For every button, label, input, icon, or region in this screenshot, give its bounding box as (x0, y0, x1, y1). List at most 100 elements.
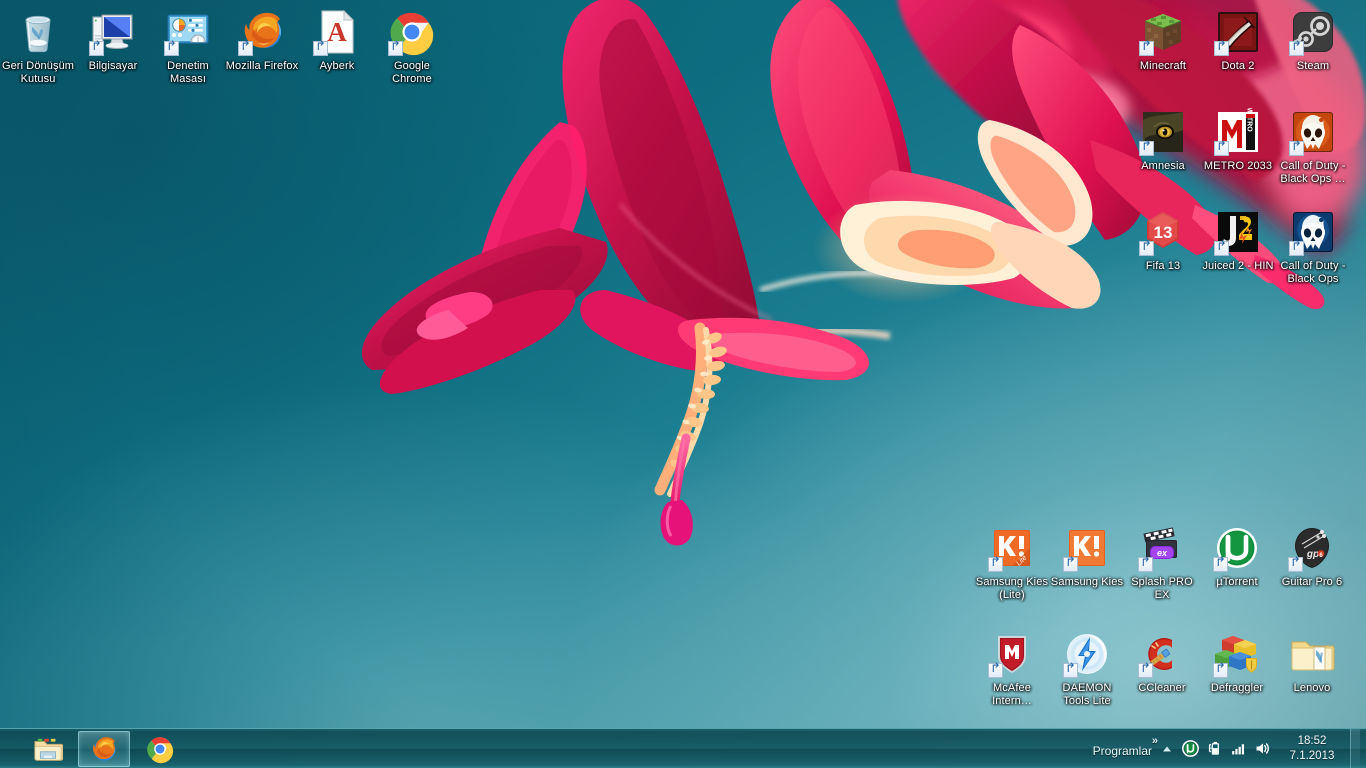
desktop-icon-daemon-tools[interactable]: DAEMON Tools Lite (1049, 630, 1125, 707)
shortcut-arrow-overlay-icon (1289, 41, 1304, 56)
clock[interactable]: 18:52 7.1.2013 (1274, 734, 1348, 764)
desktop-icon-juiced2[interactable]: Juiced 2 - HIN (1200, 208, 1276, 273)
shortcut-arrow-overlay-icon (1289, 241, 1304, 256)
fifa13-icon: 13 (1139, 208, 1187, 256)
taskbar-button-mozilla-firefox[interactable] (78, 730, 130, 767)
taskbar-button-windows-explorer[interactable] (22, 731, 74, 767)
desktop-icon-label: DAEMON Tools Lite (1062, 682, 1112, 707)
desktop-icon-label: McAfee Intern… (992, 682, 1032, 707)
desktop-icon-label: Steam (1296, 60, 1330, 72)
shortcut-arrow-overlay-icon (89, 41, 104, 56)
chevron-double-right-icon[interactable]: » (1152, 735, 1158, 747)
desktop-icon-document-a[interactable]: A Ayberk (299, 8, 375, 73)
shortcut-arrow-overlay-icon (1138, 557, 1153, 572)
taskbar-toolbar-programlar[interactable]: Programlar » (1083, 729, 1158, 768)
dota2-icon (1214, 8, 1262, 56)
show-hidden-icons-button[interactable] (1156, 729, 1178, 768)
desktop-icon-folder[interactable]: Lenovo (1274, 630, 1350, 695)
ccleaner-icon (1138, 630, 1186, 678)
desktop-icon-label: Bilgisayar (88, 60, 138, 72)
desktop-icon-computer[interactable]: Bilgisayar (75, 8, 151, 73)
desktop-icon-utorrent[interactable]: µTorrent (1199, 524, 1275, 589)
desktop-icon-label: Samsung Kies (Lite) (975, 576, 1049, 601)
shortcut-arrow-overlay-icon (1063, 557, 1078, 572)
notification-area: Programlar » 18:52 7.1.2013 (1083, 728, 1366, 768)
desktop-icon-dota2[interactable]: Dota 2 (1200, 8, 1276, 73)
shortcut-arrow-overlay-icon (1213, 557, 1228, 572)
shortcut-arrow-overlay-icon (1139, 41, 1154, 56)
shortcut-arrow-overlay-icon (1213, 663, 1228, 678)
desktop-icon-label: Amnesia (1141, 160, 1185, 172)
computer-icon (89, 8, 137, 56)
shortcut-arrow-overlay-icon (388, 41, 403, 56)
shortcut-arrow-overlay-icon (1214, 41, 1229, 56)
shortcut-arrow-overlay-icon (1139, 241, 1154, 256)
guitar-pro-6-icon: gp 6 (1288, 524, 1336, 572)
clock-time: 18:52 (1297, 734, 1327, 747)
desktop-icon-label: Dota 2 (1221, 60, 1255, 72)
shortcut-arrow-overlay-icon (1063, 663, 1078, 678)
utorrent-icon (1213, 524, 1261, 572)
desktop-icon-label: Mozilla Firefox (225, 60, 299, 72)
explorer-folder-icon (33, 734, 63, 764)
desktop-icon-samsung-kies-lite[interactable]: Lite Samsung Kies (Lite) (974, 524, 1050, 601)
defraggler-icon (1213, 630, 1261, 678)
shortcut-arrow-overlay-icon (988, 557, 1003, 572)
desktop-icon-firefox[interactable]: Mozilla Firefox (224, 8, 300, 73)
chrome-icon (388, 8, 436, 56)
firefox-icon (89, 734, 119, 764)
volume-tray-icon[interactable] (1250, 729, 1274, 768)
desktop-icon-steam[interactable]: Steam (1275, 8, 1351, 73)
desktop-icon-ccleaner[interactable]: CCleaner (1124, 630, 1200, 695)
desktop-icon-metro2033[interactable]: METRO METRO 2033 (1200, 108, 1276, 173)
juiced2-icon (1214, 208, 1262, 256)
control-panel-icon (164, 8, 212, 56)
desktop-icon-control-panel[interactable]: Denetim Masası (150, 8, 226, 85)
desktop-icon-defraggler[interactable]: Defraggler (1199, 630, 1275, 695)
toolbar-label: Programlar (1092, 743, 1152, 758)
cod-blackops2-icon (1289, 108, 1337, 156)
svg-text:gp: gp (1306, 549, 1319, 560)
shortcut-arrow-overlay-icon (313, 41, 328, 56)
desktop-icon-guitar-pro-6[interactable]: gp 6 Guitar Pro 6 (1274, 524, 1350, 589)
desktop-icon-mcafee[interactable]: McAfee Intern… (974, 630, 1050, 707)
utorrent-tray-icon[interactable] (1178, 729, 1202, 768)
samsung-kies-icon (1063, 524, 1111, 572)
battery-tray-icon[interactable] (1202, 729, 1226, 768)
shortcut-arrow-overlay-icon (164, 41, 179, 56)
desktop-icon-label: METRO 2033 (1203, 160, 1273, 172)
document-a-icon: A (313, 8, 361, 56)
shortcut-arrow-overlay-icon (1214, 141, 1229, 156)
desktop-icon-minecraft[interactable]: Minecraft (1125, 8, 1201, 73)
desktop-icon-label: Call of Duty - Black Ops … (1280, 160, 1346, 185)
desktop-icon-splash-pro-ex[interactable]: ex Splash PRO EX (1124, 524, 1200, 601)
desktop-icon-recycle-bin[interactable]: Geri Dönüşüm Kutusu (0, 8, 76, 85)
chrome-icon (145, 734, 175, 764)
desktop-icon-label: Minecraft (1139, 60, 1187, 72)
taskbar-button-google-chrome[interactable] (134, 731, 186, 767)
minecraft-icon (1139, 8, 1187, 56)
desktop-icon-cod-blackops[interactable]: Call of Duty - Black Ops (1275, 208, 1351, 285)
taskbar-buttons (0, 729, 186, 768)
desktop-icon-chrome[interactable]: Google Chrome (374, 8, 450, 85)
desktop-icon-label: Call of Duty - Black Ops (1280, 260, 1346, 285)
desktop-icon-amnesia[interactable]: Amnesia (1125, 108, 1201, 173)
desktop-icon-label: CCleaner (1138, 682, 1186, 694)
desktop-icon-fifa13[interactable]: 13 Fifa 13 (1125, 208, 1201, 273)
shortcut-arrow-overlay-icon (1138, 663, 1153, 678)
desktop-icon-label: Denetim Masası (167, 60, 209, 85)
amnesia-icon (1139, 108, 1187, 156)
show-desktop-button[interactable] (1350, 728, 1360, 768)
desktop-icon-cod-blackops2[interactable]: Call of Duty - Black Ops … (1275, 108, 1351, 185)
metro2033-icon: METRO (1214, 108, 1262, 156)
cod-blackops-icon (1289, 208, 1337, 256)
network-tray-icon[interactable] (1226, 729, 1250, 768)
shortcut-arrow-overlay-icon (988, 663, 1003, 678)
shortcut-arrow-overlay-icon (1214, 241, 1229, 256)
splash-pro-ex-icon: ex (1138, 524, 1186, 572)
taskbar[interactable]: Programlar » 18:52 7.1.2013 (0, 728, 1366, 768)
daemon-tools-icon (1063, 630, 1111, 678)
shortcut-arrow-overlay-icon (1139, 141, 1154, 156)
desktop-icon-label: Guitar Pro 6 (1281, 576, 1343, 588)
desktop-icon-samsung-kies[interactable]: Samsung Kies (1049, 524, 1125, 589)
